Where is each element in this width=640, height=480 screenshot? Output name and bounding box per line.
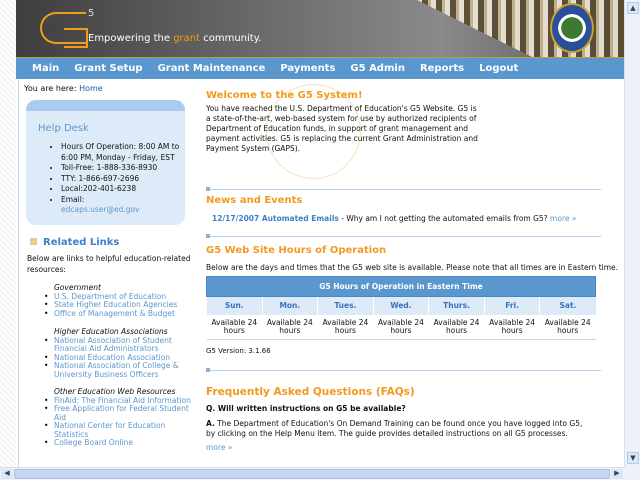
faq-more-link[interactable]: more » xyxy=(206,443,232,452)
faq-answer: A. The Department of Education's On Dema… xyxy=(206,419,583,438)
welcome-text: You have reached the U.S. Department of … xyxy=(206,104,478,153)
department-seal-logo xyxy=(550,3,594,53)
nav-main[interactable]: Main xyxy=(32,63,59,74)
scrollbar-corner xyxy=(624,467,640,480)
day-header: Thurs. xyxy=(428,296,485,315)
link-item[interactable]: National Association of Student Financia… xyxy=(44,336,194,354)
link-group-government: Government U.S. Department of Education … xyxy=(44,283,194,319)
hours-cell: Available 24 hours xyxy=(539,314,596,340)
help-desk-title: Help Desk xyxy=(38,123,89,134)
related-links-intro: Below are links to helpful education-rel… xyxy=(27,254,191,274)
help-tollfree: Toll-Free: 1-888-336-8930 xyxy=(61,163,185,174)
day-header: Sat. xyxy=(539,296,596,315)
link-item[interactable]: College Board Online xyxy=(44,438,194,448)
help-hours: Hours Of Operation: 8:00 AM to 6:00 PM, … xyxy=(61,142,185,163)
nav-grant-maintenance[interactable]: Grant Maintenance xyxy=(158,63,266,74)
scroll-left-icon[interactable]: ◀ xyxy=(1,469,13,479)
hours-cell: Available 24 hours xyxy=(262,314,318,340)
page-background xyxy=(0,0,16,467)
hours-cell: Available 24 hours xyxy=(484,314,540,340)
nav-grant-setup[interactable]: Grant Setup xyxy=(74,63,142,74)
day-header: Sun. xyxy=(206,296,263,315)
divider xyxy=(206,187,601,191)
nav-reports[interactable]: Reports xyxy=(420,63,464,74)
help-local: Local:202-401-6238 xyxy=(61,184,185,195)
page: 5 Empowering the grant community. Main G… xyxy=(16,0,624,467)
g5-logo-5: 5 xyxy=(88,8,95,19)
main-nav: Main Grant Setup Grant Maintenance Payme… xyxy=(16,57,624,79)
breadcrumb: You are here: Home xyxy=(24,84,103,93)
nav-logout[interactable]: Logout xyxy=(479,63,518,74)
help-email-link[interactable]: edcaps.user@ed.gov xyxy=(61,205,140,214)
link-item[interactable]: National Center for Education Statistics xyxy=(44,421,194,439)
hours-table-caption: G5 Hours of Operation in Eastern Time xyxy=(206,276,596,297)
news-item-link[interactable]: 12/17/2007 Automated Emails xyxy=(212,214,339,223)
hours-cell: Available 24 hours xyxy=(428,314,485,340)
version-text: G5 Version: 3.1.66 xyxy=(206,347,271,355)
help-email-label: Email:edcaps.user@ed.gov xyxy=(61,195,185,216)
news-item: 12/17/2007 Automated Emails - Why am I n… xyxy=(212,214,577,223)
hours-cell: Available 24 hours xyxy=(373,314,429,340)
nav-payments[interactable]: Payments xyxy=(280,63,335,74)
link-group-other: Other Education Web Resources FinAid: Th… xyxy=(44,387,194,448)
nav-g5-admin[interactable]: G5 Admin xyxy=(350,63,405,74)
g5-logo xyxy=(40,12,88,48)
link-item[interactable]: National Association of College & Univer… xyxy=(44,361,194,379)
day-header: Wed. xyxy=(372,296,429,315)
news-title: News and Events xyxy=(206,195,303,206)
link-group-higher-ed: Higher Education Associations National A… xyxy=(44,327,194,379)
day-header: Tues. xyxy=(317,296,374,315)
scroll-right-icon[interactable]: ▶ xyxy=(611,469,623,479)
hours-cell: Available 24 hours xyxy=(206,314,263,340)
news-more-link[interactable]: more » xyxy=(550,214,576,223)
day-header: Mon. xyxy=(261,296,318,315)
horizontal-scroll-thumb[interactable] xyxy=(14,469,610,479)
help-desk-box: Help Desk Hours Of Operation: 8:00 AM to… xyxy=(26,100,185,225)
vertical-scrollbar[interactable]: ▲ ▼ xyxy=(624,0,640,467)
help-tty: TTY: 1-866-697-2696 xyxy=(61,174,185,185)
related-links-title: Related Links xyxy=(30,237,119,248)
link-item[interactable]: Free Application for Federal Student Aid xyxy=(44,404,194,422)
header-banner: 5 Empowering the grant community. xyxy=(16,0,624,57)
day-header: Fri. xyxy=(483,296,540,315)
faq-title: Frequently Asked Questions (FAQs) xyxy=(206,386,415,398)
divider xyxy=(206,234,601,238)
welcome-title: Welcome to the G5 System! xyxy=(206,90,363,101)
hours-title: G5 Web Site Hours of Operation xyxy=(206,245,387,256)
hours-intro: Below are the days and times that the G5… xyxy=(206,263,619,272)
faq-question: Q. Will written instructions on G5 be av… xyxy=(206,404,406,413)
hours-table: G5 Hours of Operation in Eastern Time Su… xyxy=(206,276,596,340)
horizontal-scrollbar[interactable]: ◀ ▶ xyxy=(0,467,624,480)
scroll-up-icon[interactable]: ▲ xyxy=(627,2,639,14)
breadcrumb-home[interactable]: Home xyxy=(79,84,103,93)
tagline: Empowering the grant community. xyxy=(88,33,262,44)
link-item[interactable]: Office of Management & Budget xyxy=(44,309,194,319)
bullet-square-icon xyxy=(30,238,37,245)
scroll-down-icon[interactable]: ▼ xyxy=(627,452,639,464)
divider xyxy=(206,368,601,372)
hours-cell: Available 24 hours xyxy=(317,314,374,340)
